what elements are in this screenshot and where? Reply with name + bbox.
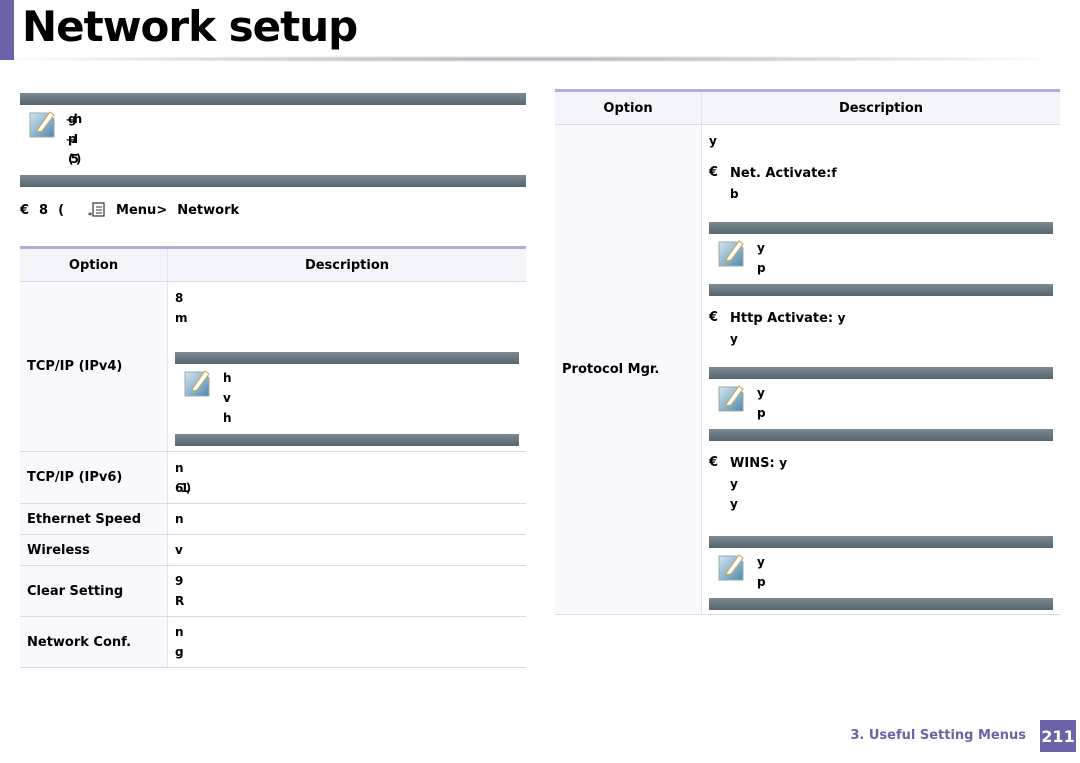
step-network: Network <box>177 202 240 218</box>
bullet-text: y <box>837 311 846 325</box>
option-name: Network Conf. <box>20 616 168 668</box>
option-name: Protocol Mgr. <box>555 124 702 615</box>
note-box: y p <box>709 222 1053 296</box>
bullet-mark: € <box>709 455 719 470</box>
note-box: g̶h p̶I (5) <box>20 93 526 187</box>
note-box: h v h <box>175 352 519 446</box>
note-line: (5) <box>68 152 81 166</box>
note-line: y <box>757 241 765 255</box>
column-header-option: Option <box>20 246 168 282</box>
chapter-label: 3. Useful Setting Menus <box>850 728 1026 743</box>
note-line: y <box>757 555 765 569</box>
option-name: TCP/IP (IPv6) <box>20 451 168 504</box>
bullet-text: f <box>831 166 837 180</box>
right-options-table: Option Description Protocol Mgr. y € Net… <box>555 89 1060 615</box>
bullet-text: y <box>730 497 738 511</box>
description-line: n <box>175 625 184 639</box>
option-name: Clear Setting <box>20 565 168 617</box>
note-line: h <box>223 371 232 385</box>
bullet-mark: € <box>709 310 719 325</box>
note-box: y p <box>709 367 1053 441</box>
note-line: y <box>757 386 765 400</box>
description-line: 61) <box>175 480 191 495</box>
description-line: 8 <box>175 291 183 305</box>
note-top-bar <box>709 222 1053 234</box>
step-paren: ( <box>58 202 65 218</box>
description-line: g <box>175 645 184 659</box>
step-prefix: 8 <box>39 202 49 218</box>
note-bottom-bar <box>709 284 1053 296</box>
note-top-bar <box>709 536 1053 548</box>
option-name: Wireless <box>20 534 168 566</box>
bullet-label: WINS: <box>730 456 780 471</box>
note-top-bar <box>20 93 526 105</box>
step-arrow: > <box>156 202 168 218</box>
bullet-mark: € <box>709 165 719 180</box>
bullet-net-activate: € Net. Activate:f b <box>709 163 1053 204</box>
bullet-label: Http Activate: <box>730 311 838 326</box>
table-row: TCP/IP (IPv4) 8 m h v h <box>20 281 526 452</box>
page-title: Network setup <box>22 2 358 51</box>
table-row: Ethernet Speed n <box>20 503 526 535</box>
step-instruction: € 8 ( * Menu > Network <box>20 201 239 219</box>
left-options-table: Option Description TCP/IP (IPv4) 8 m h v… <box>20 246 526 668</box>
page-number: 211 <box>1040 720 1076 752</box>
bullet-text: y <box>779 456 787 470</box>
note-bottom-bar <box>709 598 1053 610</box>
note-pencil-icon <box>29 111 55 138</box>
description-line: R <box>175 594 184 608</box>
note-line: g̶h <box>68 112 82 126</box>
note-line: p <box>757 261 766 275</box>
title-accent-bar <box>0 0 14 60</box>
bullet-text: y <box>730 332 738 346</box>
bullet-wins: € WINS: y y y <box>709 453 1053 514</box>
description-line: n <box>175 460 184 475</box>
table-row: Network Conf. n g <box>20 616 526 668</box>
svg-text:*: * <box>88 211 93 219</box>
step-menu: Menu <box>116 202 157 218</box>
note-bottom-bar <box>20 175 526 187</box>
description-line: v <box>175 543 183 557</box>
table-row: Wireless v <box>20 534 526 566</box>
option-name: Ethernet Speed <box>20 503 168 535</box>
table-row: Protocol Mgr. y € Net. Activate:f b y p … <box>555 124 1060 615</box>
note-line: p <box>757 575 766 589</box>
option-name: TCP/IP (IPv4) <box>20 281 168 452</box>
note-bottom-bar <box>175 434 519 446</box>
description-line: m <box>175 311 188 325</box>
note-pencil-icon <box>718 554 744 581</box>
note-line: p̶I <box>68 132 78 146</box>
column-header-description: Description <box>167 246 526 282</box>
note-box: y p <box>709 536 1053 610</box>
bullet-text: y <box>730 477 738 491</box>
description-line: y <box>709 134 717 148</box>
note-pencil-icon <box>718 385 744 412</box>
column-header-option: Option <box>555 89 702 125</box>
table-row: Clear Setting 9 R <box>20 565 526 617</box>
step-bullet: € <box>20 202 30 218</box>
note-line: h <box>223 411 232 425</box>
note-top-bar <box>175 352 519 364</box>
note-line: v <box>223 391 231 405</box>
note-pencil-icon <box>184 370 210 397</box>
note-line: p <box>757 406 766 420</box>
description-line: 9 <box>175 574 183 588</box>
bullet-label: Net. Activate: <box>730 166 832 181</box>
note-bottom-bar <box>709 429 1053 441</box>
bullet-http-activate: € Http Activate: y y <box>709 308 1053 349</box>
note-top-bar <box>709 367 1053 379</box>
table-row: TCP/IP (IPv6) n 61) <box>20 451 526 504</box>
description-line: n <box>175 512 184 526</box>
note-pencil-icon <box>718 240 744 267</box>
title-divider <box>14 56 1044 62</box>
column-header-description: Description <box>701 89 1060 125</box>
bullet-text: b <box>730 187 739 201</box>
menu-icon: * <box>88 202 105 219</box>
